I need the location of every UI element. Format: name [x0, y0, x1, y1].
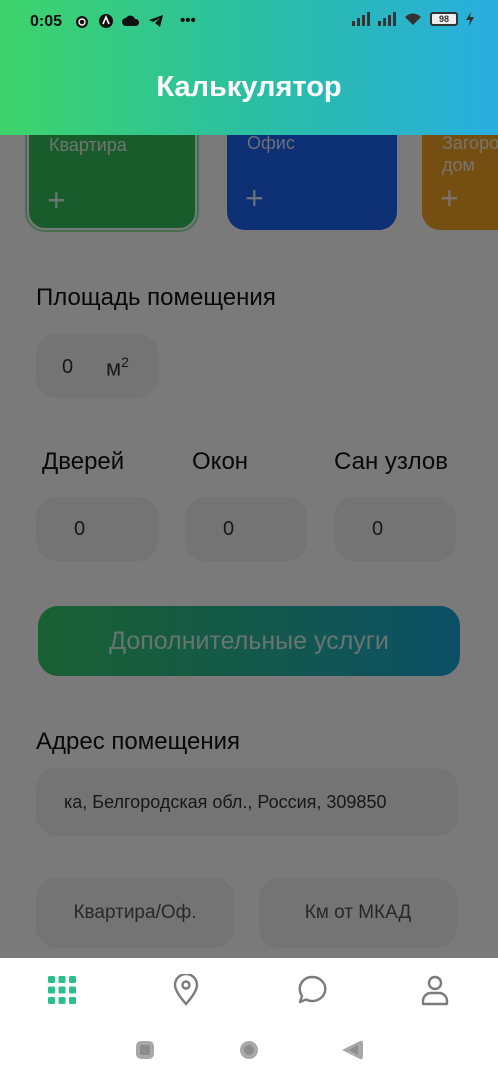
home-icon[interactable] — [237, 1040, 261, 1060]
address-value: ка, Белгородская обл., Россия, 309850 — [64, 791, 387, 812]
notification-icons: ••• — [74, 12, 196, 29]
address-input[interactable]: ка, Белгородская обл., Россия, 309850 — [36, 768, 458, 836]
status-right: 98 — [352, 12, 474, 26]
extra-services-button[interactable]: Дополнительные услуги — [38, 606, 460, 676]
signal-icon — [378, 12, 396, 26]
bathrooms-input[interactable]: 0 — [334, 497, 456, 561]
recent-apps-icon[interactable] — [133, 1040, 157, 1060]
plus-icon: + — [245, 180, 264, 216]
area-input[interactable]: 0 м2 — [36, 334, 158, 398]
user-icon — [421, 975, 449, 1006]
area-title: Площадь помещения — [36, 284, 276, 311]
grid-icon — [48, 976, 76, 1004]
status-bar: 0:05 ••• 98 — [0, 0, 498, 44]
battery-icon: 98 — [430, 12, 458, 26]
app-icon — [99, 13, 113, 28]
chat-bubble-icon — [298, 975, 327, 1004]
bathrooms-label: Сан узлов — [334, 448, 448, 475]
plus-icon: + — [47, 182, 66, 218]
doors-input[interactable]: 0 — [36, 497, 158, 561]
telegram-icon — [149, 14, 163, 27]
bathrooms-value: 0 — [372, 517, 384, 540]
nav-profile[interactable] — [413, 968, 457, 1012]
property-type-label: Офис — [247, 133, 295, 153]
area-value: 0 — [62, 356, 74, 378]
map-pin-icon — [173, 974, 199, 1006]
windows-label: Окон — [192, 448, 249, 475]
windows-value: 0 — [223, 517, 235, 540]
page-title: Калькулятор — [156, 71, 342, 103]
doors-label: Дверей — [42, 448, 125, 475]
wifi-icon — [405, 13, 421, 25]
system-navigation-bar — [0, 1020, 498, 1080]
nav-calculator[interactable] — [40, 968, 84, 1012]
doors-value: 0 — [74, 517, 86, 540]
property-type-label: Квартира — [49, 135, 127, 155]
distance-mkad-input[interactable]: Км от МКАД — [259, 878, 457, 948]
alarm-icon — [76, 15, 88, 28]
apartment-office-placeholder: Квартира/Оф. — [73, 902, 197, 923]
back-icon[interactable] — [340, 1040, 364, 1060]
cloud-icon — [122, 15, 140, 26]
area-unit: м2 — [106, 354, 129, 381]
signal-icon — [352, 12, 370, 26]
bottom-navigation — [0, 958, 498, 1020]
plus-icon: + — [440, 180, 459, 216]
app-header: 0:05 ••• 98 Калькулятор — [0, 0, 498, 135]
status-time: 0:05 — [30, 13, 63, 30]
address-title: Адрес помещения — [36, 728, 241, 755]
nav-chat[interactable] — [290, 968, 334, 1012]
nav-map[interactable] — [164, 968, 208, 1012]
more-notifications-icon: ••• — [180, 12, 196, 29]
property-type-label: Загородный дом — [442, 133, 498, 175]
windows-input[interactable]: 0 — [185, 497, 307, 561]
apartment-office-input[interactable]: Квартира/Оф. — [36, 878, 234, 948]
calculator-screen: Квартира + Офис + Загородный дом + Площа… — [0, 0, 498, 958]
distance-mkad-placeholder: Км от МКАД — [304, 902, 412, 923]
charging-icon — [466, 12, 474, 26]
